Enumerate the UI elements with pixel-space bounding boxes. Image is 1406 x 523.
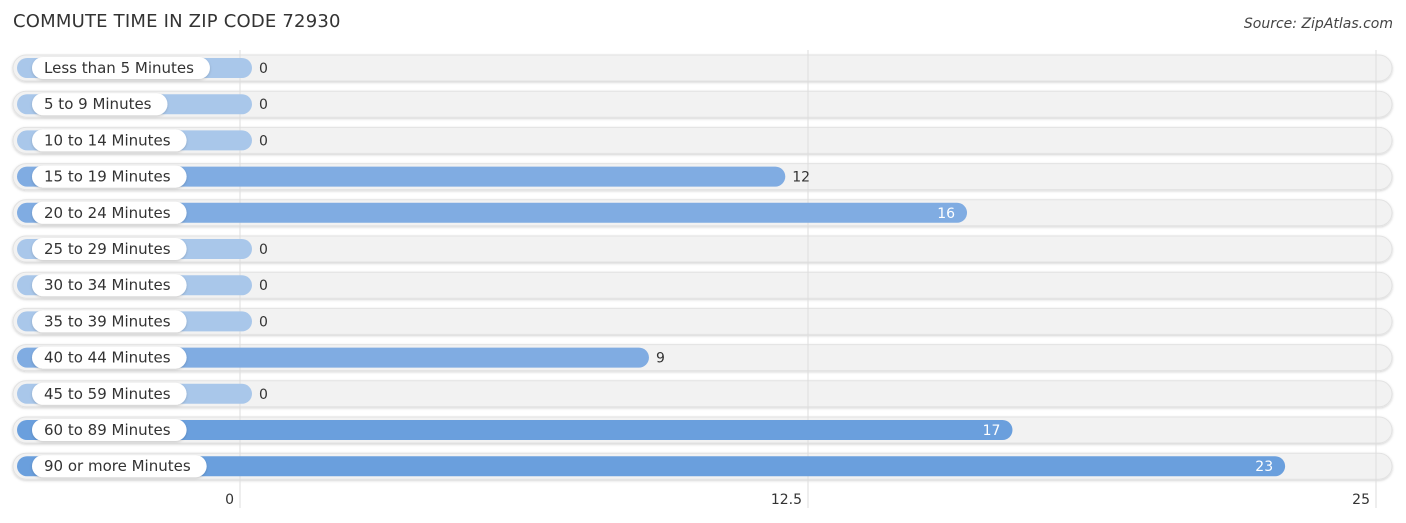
- category-label: Less than 5 Minutes: [44, 59, 194, 77]
- category-label: 60 to 89 Minutes: [44, 421, 171, 439]
- value-label: 0: [259, 61, 268, 77]
- x-tick-label: 12.5: [771, 492, 802, 508]
- category-label: 15 to 19 Minutes: [44, 168, 171, 186]
- value-label: 0: [259, 133, 268, 149]
- category-label: 25 to 29 Minutes: [44, 240, 171, 258]
- value-label: 17: [983, 423, 1001, 439]
- value-label: 12: [792, 170, 810, 186]
- value-label: 0: [259, 97, 268, 113]
- value-label: 0: [259, 387, 268, 403]
- category-label: 90 or more Minutes: [44, 457, 191, 475]
- value-label: 0: [259, 242, 268, 258]
- x-tick-label: 0: [225, 492, 234, 508]
- bar-chart: Less than 5 Minutes 0 5 to 9 Minutes 0 10 to…: [12, 50, 1393, 508]
- value-label: 16: [937, 206, 955, 222]
- category-label: 45 to 59 Minutes: [44, 385, 171, 403]
- value-label: 0: [259, 314, 268, 330]
- category-label: 30 to 34 Minutes: [44, 276, 171, 294]
- value-label: 0: [259, 278, 268, 294]
- category-label: 35 to 39 Minutes: [44, 312, 171, 330]
- category-label: 5 to 9 Minutes: [44, 95, 152, 113]
- category-label: 10 to 14 Minutes: [44, 131, 171, 149]
- x-tick-label: 25: [1352, 492, 1370, 508]
- category-label: 40 to 44 Minutes: [44, 349, 171, 367]
- value-label: 23: [1255, 459, 1273, 475]
- value-label: 9: [656, 351, 665, 367]
- bar[interactable]: [17, 456, 1286, 477]
- category-label: 20 to 24 Minutes: [44, 204, 171, 222]
